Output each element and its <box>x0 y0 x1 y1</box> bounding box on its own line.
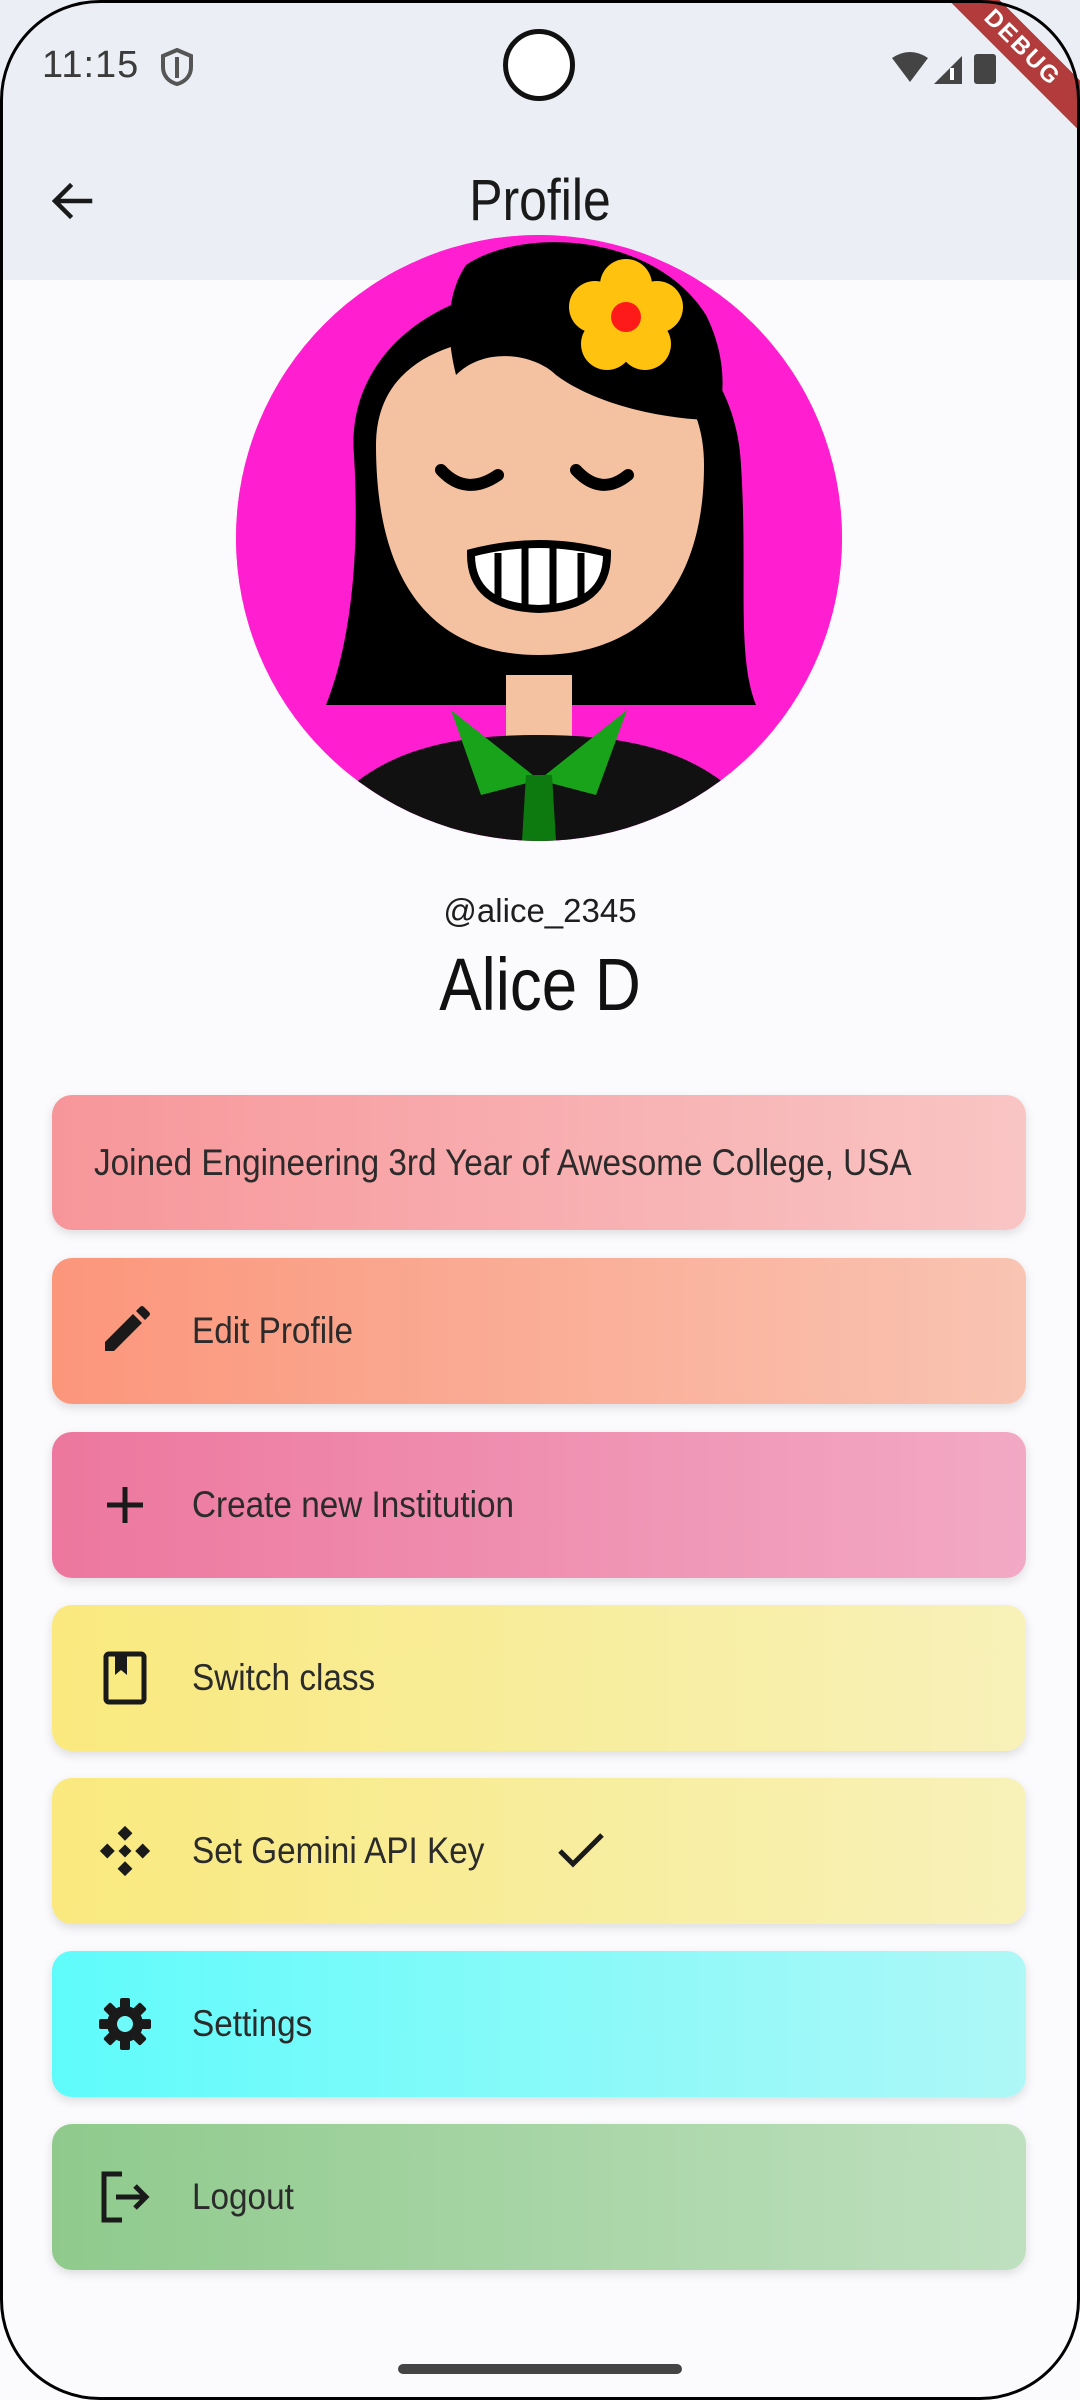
set-api-key-button[interactable]: Set Gemini API Key <box>52 1778 1026 1924</box>
camera-cutout <box>503 29 575 101</box>
settings-button[interactable]: Settings <box>52 1951 1026 2097</box>
logout-icon <box>98 2170 152 2224</box>
page-title: Profile <box>469 168 611 233</box>
edit-profile-label: Edit Profile <box>192 1310 354 1351</box>
book-icon <box>98 1651 152 1705</box>
check-icon <box>555 1825 607 1877</box>
avatar-illustration <box>236 235 842 841</box>
profile-info-card: Joined Engineering 3rd Year of Awesome C… <box>52 1095 1026 1230</box>
edit-profile-button[interactable]: Edit Profile <box>52 1258 1026 1404</box>
username: @alice_2345 <box>443 892 637 929</box>
logout-label: Logout <box>192 2176 294 2217</box>
gear-icon <box>98 1997 152 2051</box>
avatar[interactable] <box>236 235 842 841</box>
create-institution-button[interactable]: Create new Institution <box>52 1432 1026 1578</box>
status-time: 11:15 <box>42 44 140 86</box>
gemini-diamond-icon <box>98 1824 152 1878</box>
profile-info-text: Joined Engineering 3rd Year of Awesome C… <box>94 1141 912 1183</box>
plus-icon <box>98 1478 152 1532</box>
display-name: Alice D <box>439 943 641 1026</box>
switch-class-label: Switch class <box>192 1657 376 1698</box>
pencil-icon <box>98 1304 152 1358</box>
switch-class-button[interactable]: Switch class <box>52 1605 1026 1751</box>
set-api-key-label: Set Gemini API Key <box>192 1830 485 1871</box>
signal-wifi-battery-icon <box>892 52 996 84</box>
shield-icon <box>161 48 193 86</box>
home-indicator[interactable] <box>398 2364 682 2374</box>
status-bar: 11:15 DEBUG <box>0 0 1080 146</box>
settings-label: Settings <box>192 2003 313 2044</box>
phone-screen: 11:15 DEBUG Profile @alice_2345 Alice D … <box>0 0 1080 2400</box>
create-institution-label: Create new Institution <box>192 1484 515 1525</box>
logout-button[interactable]: Logout <box>52 2124 1026 2270</box>
